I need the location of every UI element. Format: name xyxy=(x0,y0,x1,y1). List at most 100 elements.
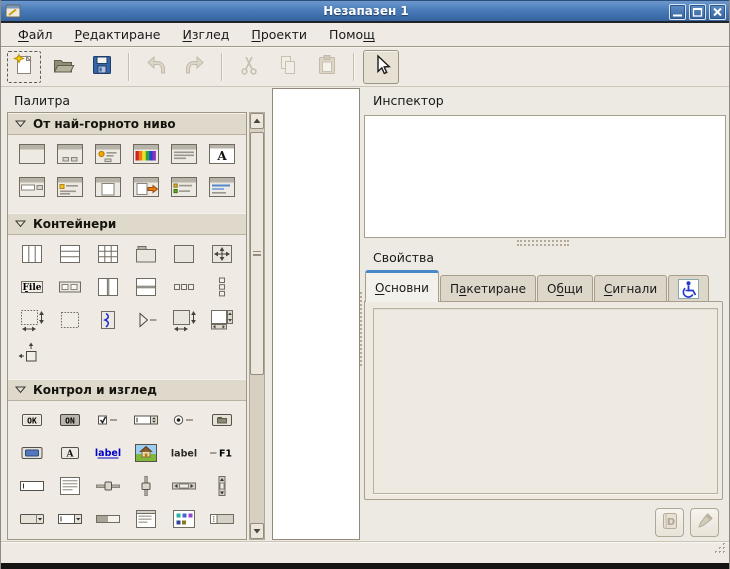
menu-item-projects[interactable]: Проекти xyxy=(242,24,316,45)
scroll-up-icon[interactable] xyxy=(250,113,264,129)
togglebutton-widget-icon[interactable]: ON xyxy=(55,408,85,432)
hpaned-widget-icon[interactable] xyxy=(93,275,123,299)
hbuttonbox-widget-icon[interactable] xyxy=(169,275,199,299)
treeview-widget-icon[interactable] xyxy=(131,507,161,531)
fixed-widget-icon[interactable] xyxy=(207,242,237,266)
filechooser-button-widget-icon[interactable] xyxy=(207,408,237,432)
tab-general[interactable]: Основни xyxy=(365,270,439,302)
clipped-a-widget-icon[interactable] xyxy=(17,540,47,541)
window-widget-icon[interactable] xyxy=(17,142,47,166)
combobox-widget-icon[interactable] xyxy=(17,507,47,531)
notebook-widget-icon[interactable] xyxy=(131,242,161,266)
alignment-widget-icon[interactable] xyxy=(17,341,47,365)
clipped-e-widget-icon[interactable] xyxy=(169,540,199,541)
maximize-button[interactable] xyxy=(689,4,706,20)
vscrollbar-widget-icon[interactable] xyxy=(207,474,237,498)
titlebar[interactable]: Незапазен 1 xyxy=(1,0,730,21)
textview-widget-icon[interactable] xyxy=(55,474,85,498)
viewport-widget-icon[interactable] xyxy=(169,308,199,332)
clipped-f-widget-icon[interactable] xyxy=(207,540,237,541)
documentation-button[interactable]: D xyxy=(655,508,684,537)
message-dialog-widget-icon[interactable] xyxy=(93,142,123,166)
accel-label-widget-icon[interactable]: F1 xyxy=(207,441,237,465)
layout-widget-icon[interactable] xyxy=(17,308,47,332)
resize-grip-icon[interactable] xyxy=(711,541,727,560)
menu-item-edit[interactable]: Редактиране xyxy=(66,24,170,45)
menu-item-help[interactable]: Помощ xyxy=(320,24,384,45)
scrollbar-thumb[interactable] xyxy=(250,132,264,375)
hbox-widget-icon[interactable] xyxy=(17,242,47,266)
iconview-widget-icon[interactable] xyxy=(169,507,199,531)
button-widget-icon[interactable]: OK xyxy=(17,408,47,432)
assistant-widget-icon[interactable] xyxy=(207,175,237,199)
tab-signals[interactable]: Сигнали xyxy=(594,275,667,302)
progressbar-widget-icon[interactable] xyxy=(93,507,123,531)
window-title: Незапазен 1 xyxy=(1,4,730,18)
vbox-widget-icon[interactable] xyxy=(55,242,85,266)
color-selection-dialog-widget-icon[interactable] xyxy=(131,142,161,166)
print-dialog-widget-icon[interactable] xyxy=(131,175,161,199)
menubar-widget-icon[interactable]: File xyxy=(17,275,47,299)
copy-button[interactable] xyxy=(270,50,306,84)
image-widget-icon[interactable] xyxy=(131,441,161,465)
handlebox-widget-icon[interactable] xyxy=(93,308,123,332)
toolbar-widget-icon[interactable] xyxy=(55,275,85,299)
inspector-tree[interactable] xyxy=(364,115,726,238)
cut-button[interactable] xyxy=(231,50,267,84)
redo-button[interactable] xyxy=(177,50,213,84)
linkbutton-widget-icon[interactable]: label xyxy=(93,441,123,465)
vscale-widget-icon[interactable] xyxy=(131,474,161,498)
tab-accessibility[interactable] xyxy=(668,275,709,302)
scroll-down-icon[interactable] xyxy=(250,523,264,539)
about-dialog-widget-icon[interactable] xyxy=(55,175,85,199)
comboboxentry-widget-icon[interactable] xyxy=(55,507,85,531)
close-button[interactable] xyxy=(709,4,726,20)
clipped-c-widget-icon[interactable] xyxy=(93,540,123,541)
paste-button[interactable] xyxy=(309,50,345,84)
scrolledwindow-widget-icon[interactable] xyxy=(207,308,237,332)
dialog-widget-icon[interactable] xyxy=(55,142,85,166)
input-dialog-widget-icon[interactable] xyxy=(17,175,47,199)
font-selection-dialog-widget-icon[interactable]: A xyxy=(207,142,237,166)
palette-scrollbar[interactable] xyxy=(249,112,265,540)
clipped-b-widget-icon[interactable] xyxy=(55,540,85,541)
spinbutton-widget-icon[interactable] xyxy=(131,408,161,432)
open-button[interactable] xyxy=(45,50,81,84)
radiobutton-widget-icon[interactable] xyxy=(169,408,199,432)
palette-section-header-1[interactable]: Контейнери xyxy=(8,213,246,235)
color-button-widget-icon[interactable] xyxy=(17,441,47,465)
entry-widget-icon[interactable] xyxy=(17,474,47,498)
font-button-widget-icon[interactable]: A xyxy=(55,441,85,465)
horizontal-paned-grip[interactable] xyxy=(517,240,569,246)
menu-item-file[interactable]: Файл xyxy=(9,24,62,45)
save-button[interactable] xyxy=(84,50,120,84)
label-widget-icon[interactable]: label xyxy=(169,441,199,465)
menu-item-view[interactable]: Изглед xyxy=(174,24,239,45)
workspace-panel[interactable] xyxy=(272,88,360,540)
window-app-icon[interactable] xyxy=(5,3,21,19)
selector-button[interactable] xyxy=(363,50,399,84)
edit-widget-button[interactable] xyxy=(690,508,719,537)
undo-button[interactable] xyxy=(138,50,174,84)
drawingarea-widget-icon[interactable] xyxy=(55,308,85,332)
tab-packing[interactable]: Пакетиране xyxy=(440,275,536,302)
table-widget-icon[interactable] xyxy=(93,242,123,266)
frame-widget-icon[interactable] xyxy=(169,242,199,266)
vbuttonbox-widget-icon[interactable] xyxy=(207,275,237,299)
palette-section-header-2[interactable]: Контрол и изглед xyxy=(8,379,246,401)
clipped-d-widget-icon[interactable] xyxy=(131,540,161,541)
new-button[interactable] xyxy=(6,50,42,84)
hscrollbar-widget-icon[interactable] xyxy=(169,474,199,498)
file-selection-dialog-widget-icon[interactable] xyxy=(169,142,199,166)
cellview-widget-icon[interactable] xyxy=(207,507,237,531)
vpaned-widget-icon[interactable] xyxy=(131,275,161,299)
page-dialog-widget-icon[interactable] xyxy=(93,175,123,199)
hscale-widget-icon[interactable] xyxy=(93,474,123,498)
palette-section-header-0[interactable]: От най-горното ниво xyxy=(8,113,246,135)
minimize-button[interactable] xyxy=(669,4,686,20)
expander-widget-icon[interactable] xyxy=(131,308,161,332)
recent-chooser-dialog-widget-icon[interactable] xyxy=(169,175,199,199)
checkbutton-widget-icon[interactable] xyxy=(93,408,123,432)
tab-common[interactable]: Общи xyxy=(537,275,593,302)
palette: От най-горното ниво A Контейнери File Контро… xyxy=(7,112,247,540)
